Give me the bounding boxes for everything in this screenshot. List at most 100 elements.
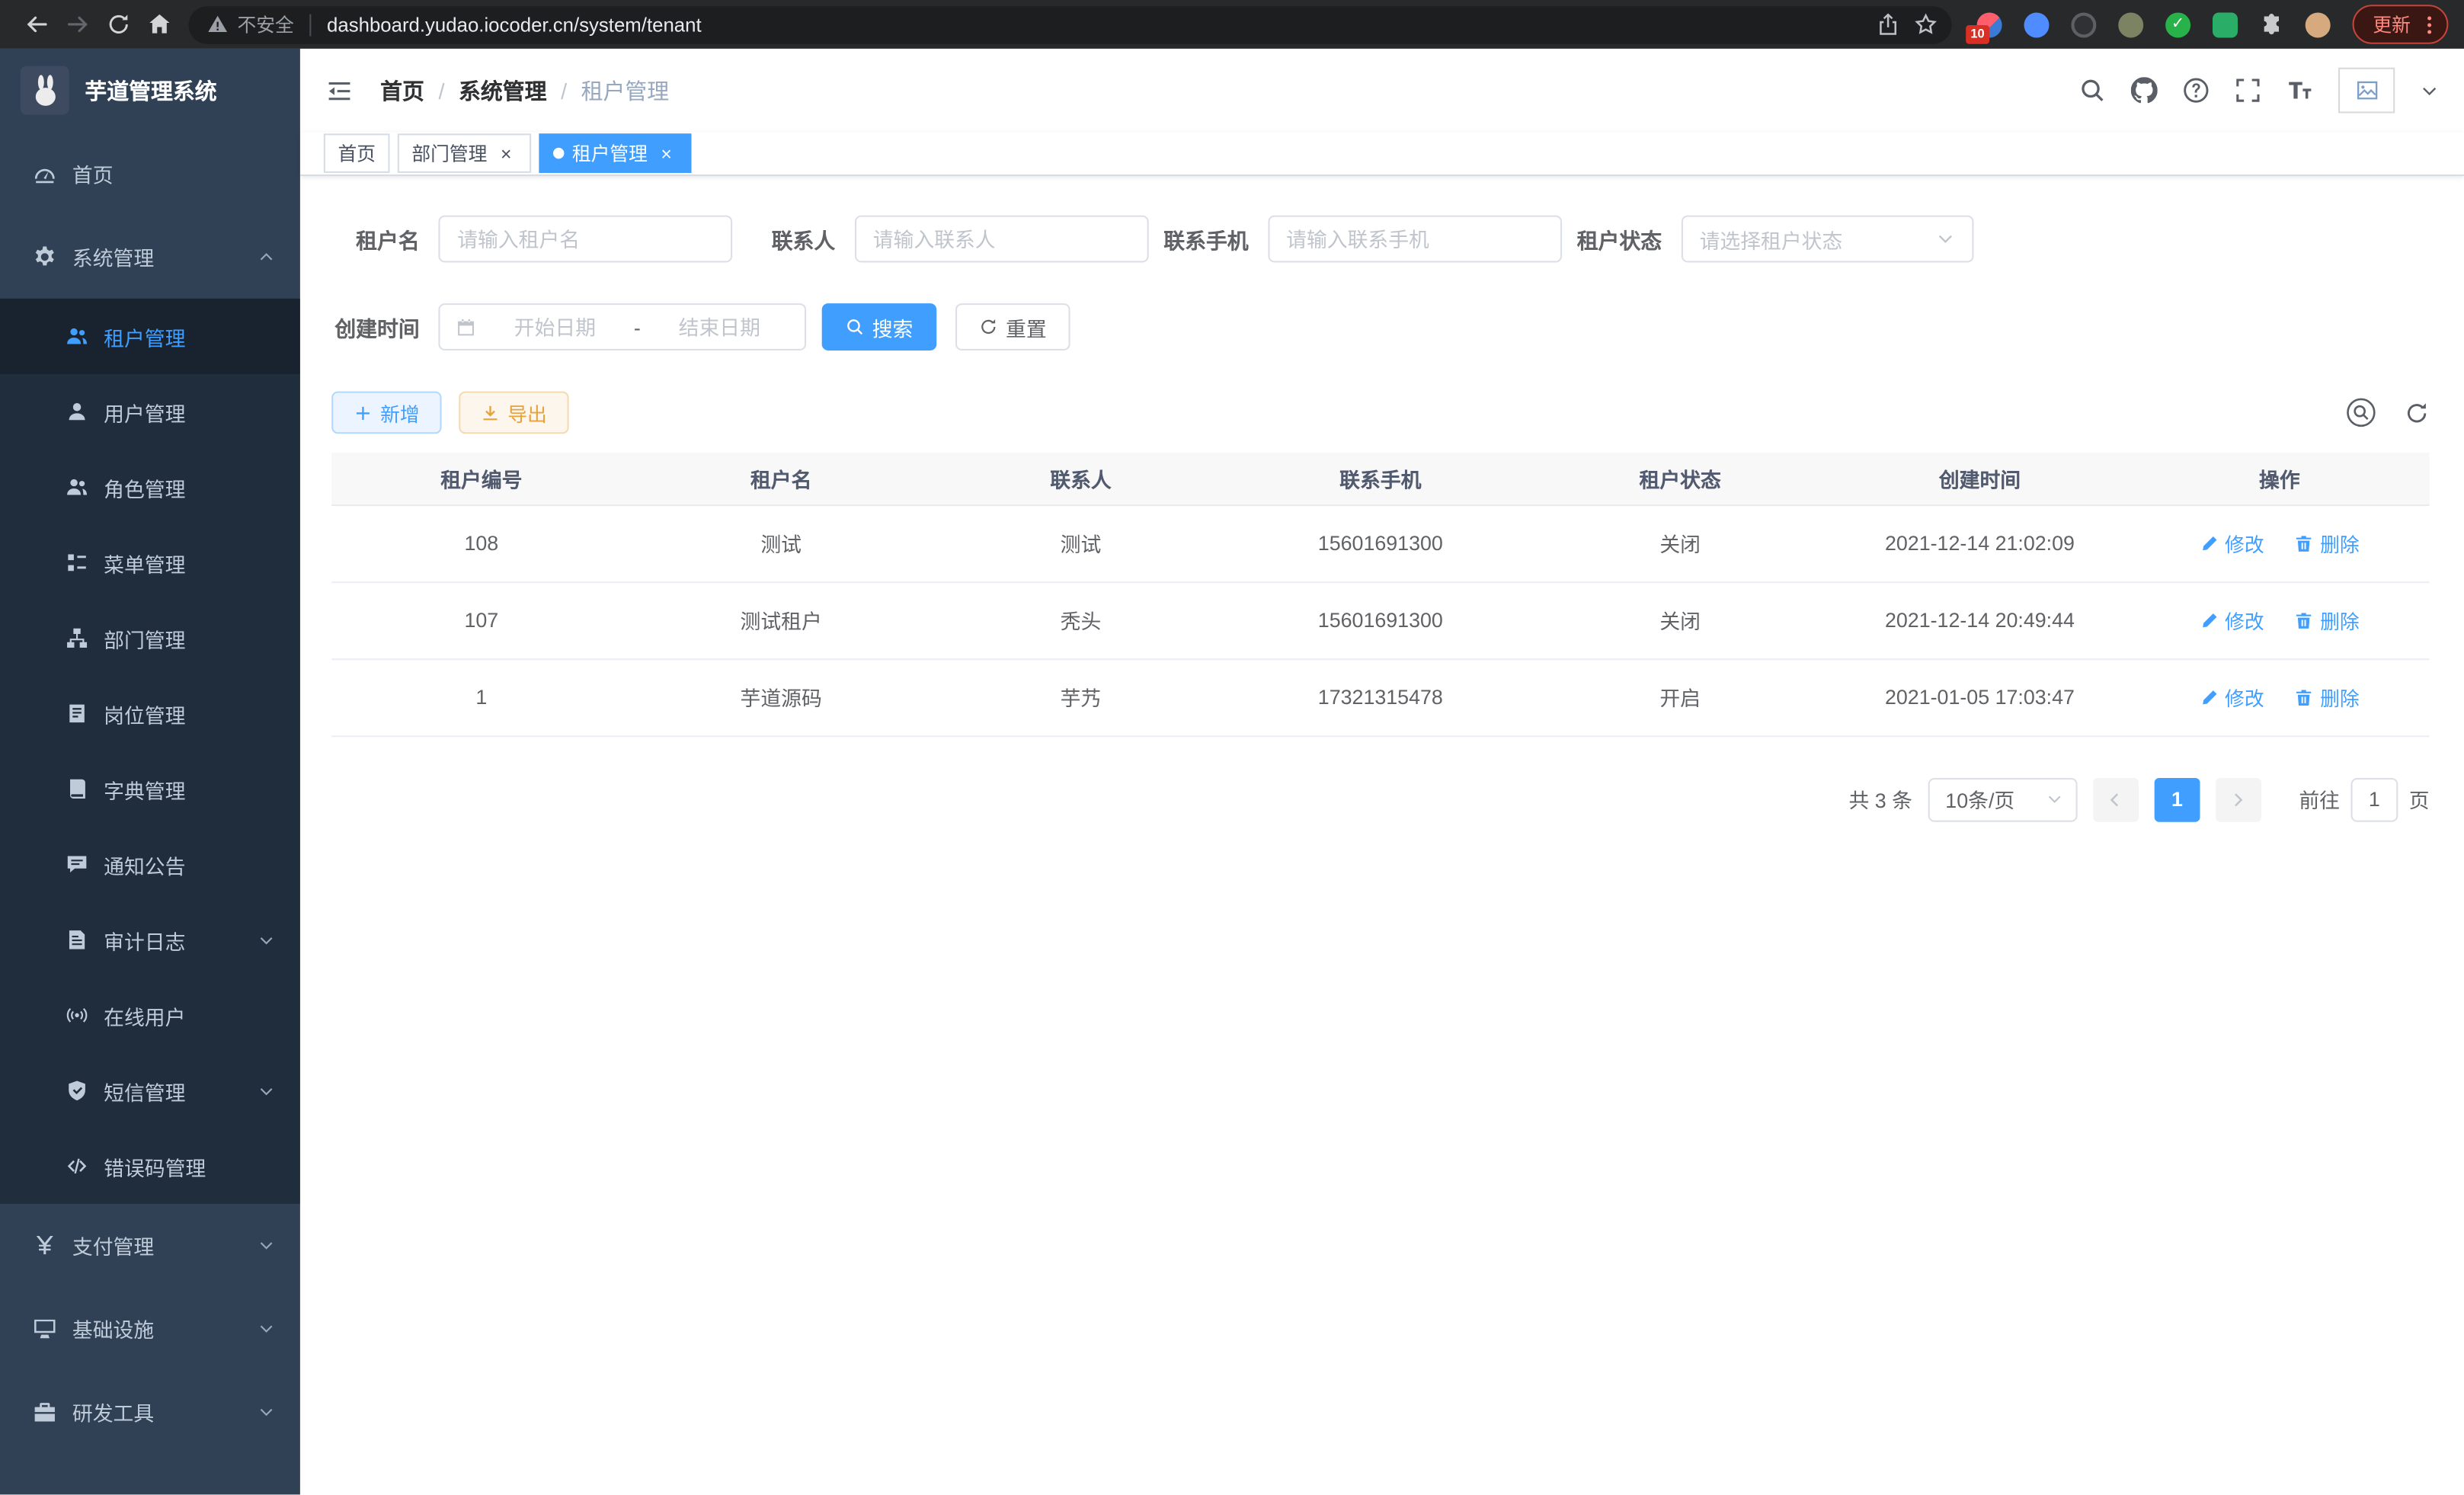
create-time-range-picker[interactable]: -	[438, 303, 806, 351]
app-logo[interactable]: 芋道管理系统	[0, 49, 300, 132]
tab-tenant[interactable]: 租户管理	[539, 133, 692, 173]
delete-button[interactable]: 删除	[2295, 528, 2360, 558]
sidebar-item-online-user[interactable]: 在线用户	[0, 978, 300, 1053]
tenant-name-input[interactable]	[457, 227, 713, 251]
create-time-label: 创建时间	[331, 311, 420, 342]
close-icon[interactable]	[655, 142, 677, 165]
extension-icon[interactable]	[2213, 11, 2238, 37]
sidebar-item-payment[interactable]: 支付管理	[0, 1204, 300, 1287]
toggle-search-icon[interactable]	[2346, 398, 2376, 427]
filter-row-1: 租户名 联系人 联系手机 租户状态 请选择租户状态	[331, 216, 2429, 263]
font-size-icon[interactable]	[2286, 77, 2313, 104]
edit-button[interactable]: 修改	[2200, 528, 2264, 558]
breadcrumb-current: 租户管理	[581, 75, 670, 106]
tab-home[interactable]: 首页	[324, 133, 390, 173]
start-date-input[interactable]	[485, 315, 624, 339]
extension-icon[interactable]: 10	[1977, 11, 2002, 37]
tenant-name-input-wrap	[438, 216, 732, 263]
export-button[interactable]: 导出	[459, 392, 568, 434]
extensions-puzzle-icon[interactable]	[2260, 13, 2283, 37]
breadcrumb-home[interactable]: 首页	[380, 75, 424, 106]
goto-page-input[interactable]	[2350, 777, 2398, 821]
sidebar-toggle-button[interactable]	[325, 76, 354, 104]
share-button[interactable]	[1870, 5, 1908, 43]
sidebar-item-tenant[interactable]: 租户管理	[0, 299, 300, 374]
next-page-button[interactable]	[2216, 777, 2261, 821]
status-text: 关闭	[1530, 504, 1829, 581]
logo-rabbit-image	[21, 66, 69, 115]
help-icon[interactable]	[2183, 77, 2210, 104]
breadcrumb-system[interactable]: 系统管理	[459, 75, 547, 106]
sidebar-item-dict[interactable]: 字典管理	[0, 751, 300, 827]
fullscreen-icon[interactable]	[2235, 77, 2261, 104]
tenant-status-select[interactable]: 请选择租户状态	[1681, 216, 1973, 263]
sidebar-item-sms[interactable]: 短信管理	[0, 1053, 300, 1128]
prev-page-button[interactable]	[2093, 777, 2139, 821]
extension-icon[interactable]	[2165, 11, 2190, 37]
delete-button[interactable]: 删除	[2295, 682, 2360, 712]
extension-badge: 10	[1966, 24, 1989, 43]
shield-icon	[66, 1080, 88, 1102]
tab-dept[interactable]: 部门管理	[398, 133, 531, 173]
sidebar-item-post[interactable]: 岗位管理	[0, 676, 300, 751]
date-range-separator: -	[634, 315, 641, 339]
page-size-select[interactable]: 10条/页	[1928, 777, 2078, 821]
edit-button[interactable]: 修改	[2200, 605, 2264, 635]
search-icon[interactable]	[2079, 77, 2106, 104]
col-tenant-name: 租户名	[632, 453, 931, 504]
sidebar-item-notice[interactable]: 通知公告	[0, 827, 300, 902]
kebab-menu-icon[interactable]	[2418, 14, 2440, 36]
avatar[interactable]	[2338, 68, 2395, 114]
refresh-icon[interactable]	[2405, 400, 2430, 425]
extension-icon[interactable]	[2118, 11, 2143, 37]
phone-input[interactable]	[1286, 227, 1542, 251]
address-bar[interactable]: 不安全 dashboard.yudao.iocoder.cn/system/te…	[189, 5, 1952, 43]
chevron-down-icon	[258, 1404, 275, 1421]
dashboard-icon	[33, 162, 56, 185]
forward-button[interactable]	[56, 4, 98, 45]
reset-button[interactable]: 重置	[955, 303, 1070, 351]
delete-button[interactable]: 删除	[2295, 605, 2360, 635]
security-chip[interactable]: 不安全	[207, 11, 293, 37]
extension-icon[interactable]	[2071, 11, 2096, 37]
contact-input[interactable]	[873, 227, 1129, 251]
page-1-button[interactable]: 1	[2155, 777, 2200, 821]
sidebar-item-home[interactable]: 首页	[0, 132, 300, 215]
profile-avatar[interactable]	[2306, 11, 2331, 37]
close-icon[interactable]	[495, 142, 517, 165]
col-status: 租户状态	[1530, 453, 1829, 504]
share-icon	[1877, 13, 1901, 37]
edit-button[interactable]: 修改	[2200, 682, 2264, 712]
trash-icon	[2295, 610, 2314, 629]
back-button[interactable]	[16, 4, 57, 45]
col-created: 创建时间	[1830, 453, 2130, 504]
signal-icon	[66, 1004, 88, 1026]
extension-icon[interactable]	[2024, 11, 2049, 37]
github-icon[interactable]	[2131, 77, 2158, 104]
chevron-down-icon	[1935, 229, 1954, 248]
total-count: 共 3 条	[1849, 784, 1912, 814]
end-date-input[interactable]	[650, 315, 789, 339]
sidebar-item-system[interactable]: 系统管理	[0, 216, 300, 299]
search-button[interactable]: 搜索	[822, 303, 937, 351]
sidebar-item-role[interactable]: 角色管理	[0, 450, 300, 525]
phone-input-wrap	[1267, 216, 1561, 263]
add-button[interactable]: 新增	[331, 392, 441, 434]
contact-label: 联系人	[772, 223, 836, 255]
reload-button[interactable]	[98, 4, 139, 45]
sidebar-item-error-code[interactable]: 错误码管理	[0, 1128, 300, 1204]
browser-home-button[interactable]	[139, 4, 180, 45]
sidebar-item-audit-log[interactable]: 审计日志	[0, 902, 300, 978]
bookmark-button[interactable]	[1908, 5, 1946, 43]
sidebar-item-devtools[interactable]: 研发工具	[0, 1371, 300, 1454]
sidebar-item-dept[interactable]: 部门管理	[0, 600, 300, 676]
sidebar-item-infrastructure[interactable]: 基础设施	[0, 1287, 300, 1370]
edit-icon	[2200, 687, 2219, 706]
sidebar-item-menu[interactable]: 菜单管理	[0, 525, 300, 600]
chevron-down-icon[interactable]	[2420, 81, 2439, 100]
home-icon	[147, 13, 171, 37]
chrome-update-button[interactable]: 更新	[2353, 5, 2449, 44]
table-row: 1 芋道源码 芋艿 17321315478 开启 2021-01-05 17:0…	[331, 658, 2429, 735]
sidebar-item-user[interactable]: 用户管理	[0, 374, 300, 450]
refresh-icon	[979, 318, 998, 337]
